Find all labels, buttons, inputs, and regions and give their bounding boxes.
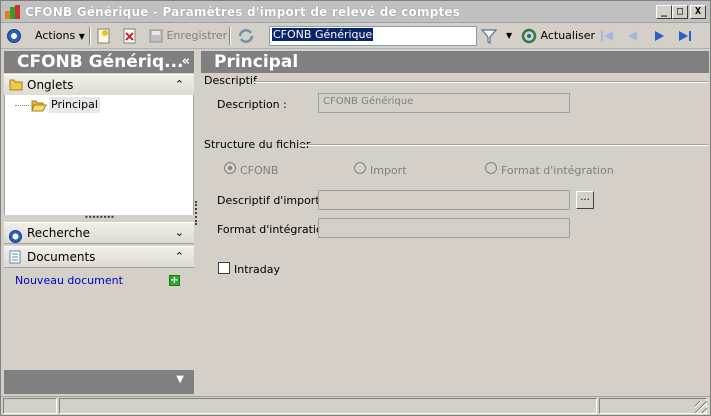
open-folder-icon xyxy=(31,100,47,112)
save-icon xyxy=(149,29,163,43)
funnel-icon xyxy=(480,29,498,44)
section-documents[interactable]: Documents ⌃ xyxy=(4,246,194,268)
first-record-icon[interactable] xyxy=(599,28,615,44)
delete-icon xyxy=(123,28,136,44)
status-bar xyxy=(1,396,710,415)
description-value: CFONB Générique xyxy=(323,96,414,107)
description-label: Description : xyxy=(217,98,287,111)
radio-format-integration-label: Format d'intégration xyxy=(501,164,614,177)
new-document-icon xyxy=(97,28,110,44)
intraday-checkbox[interactable] xyxy=(218,262,230,274)
format-integration-field[interactable] xyxy=(318,218,570,238)
documents-panel: Nouveau document + xyxy=(4,270,194,370)
caret-down-icon: ▼ xyxy=(506,31,513,40)
vertical-splitter[interactable] xyxy=(195,201,199,225)
toolbar-separator xyxy=(89,27,91,45)
sync-button[interactable] xyxy=(237,26,255,46)
app-logo-icon xyxy=(5,5,21,19)
last-record-icon[interactable] xyxy=(677,28,693,44)
status-cell xyxy=(3,398,57,414)
caret-down-icon: ▼ xyxy=(78,32,85,41)
import-descriptor-label: Descriptif d'import : xyxy=(217,194,327,207)
browse-button[interactable]: ... xyxy=(576,191,594,209)
chevron-up-icon[interactable]: ⌃ xyxy=(175,247,184,267)
save-label: Enregistrer xyxy=(166,29,228,42)
tree-item-label: Principal xyxy=(49,97,100,113)
group-structure-title: Structure du fichier xyxy=(204,138,311,151)
chevron-up-icon[interactable]: ⌃ xyxy=(175,75,184,95)
section-onglets-label: Onglets xyxy=(27,78,74,92)
refresh-label: Actualiser xyxy=(540,29,596,42)
new-document-link[interactable]: Nouveau document xyxy=(15,274,123,287)
section-documents-label: Documents xyxy=(27,250,96,264)
intraday-label: Intraday xyxy=(234,263,281,276)
new-record-button[interactable] xyxy=(97,26,111,46)
window-title: CFONB Générique - Paramètres d'import de… xyxy=(25,5,461,19)
section-onglets[interactable]: Onglets ⌃ xyxy=(4,74,194,96)
tab-title: Principal xyxy=(214,52,299,72)
radio-cfonb-label: CFONB xyxy=(240,164,279,177)
description-field[interactable]: CFONB Générique xyxy=(318,93,570,113)
toolbar-separator xyxy=(229,27,231,45)
previous-record-icon[interactable] xyxy=(625,28,641,44)
add-document-icon[interactable]: + xyxy=(169,275,180,286)
refresh-button[interactable]: Actualiser xyxy=(521,26,595,46)
search-input[interactable]: CFONB Générique xyxy=(269,26,477,46)
search-target-icon xyxy=(9,226,22,246)
folder-icon xyxy=(9,79,23,91)
record-name-header: CFONB Génériq... « xyxy=(4,51,194,73)
record-name: CFONB Génériq... xyxy=(17,52,184,72)
application-window: CFONB Générique - Paramètres d'import de… xyxy=(0,0,711,416)
radio-import[interactable] xyxy=(354,162,366,174)
tab-title-header: Principal xyxy=(201,51,709,73)
resize-grip-icon[interactable] xyxy=(695,401,707,413)
group-descriptif-title: Descriptif xyxy=(204,74,257,87)
save-button[interactable]: Enregistrer xyxy=(149,26,227,46)
filter-button[interactable] xyxy=(480,26,498,46)
actions-menu-button[interactable]: Actions ▼ xyxy=(35,26,85,46)
document-icon xyxy=(9,250,21,264)
status-cell xyxy=(599,398,707,414)
sync-icon xyxy=(238,29,254,43)
nav-target-icon[interactable] xyxy=(7,26,21,46)
minimize-button[interactable]: _ xyxy=(656,5,672,19)
group-divider xyxy=(299,144,708,146)
search-value: CFONB Générique xyxy=(272,28,374,41)
panel-splitter[interactable]: •••••••• xyxy=(4,214,194,222)
radio-import-label: Import xyxy=(370,164,407,177)
title-bar: CFONB Générique - Paramètres d'import de… xyxy=(1,1,710,23)
maximize-button[interactable]: □ xyxy=(672,5,688,19)
refresh-icon xyxy=(521,28,537,44)
next-record-icon[interactable] xyxy=(651,28,667,44)
filter-dropdown-button[interactable]: ▼ xyxy=(506,26,512,46)
close-button[interactable]: X xyxy=(690,5,706,19)
delete-button[interactable] xyxy=(123,26,137,46)
left-panel-footer: ▼ xyxy=(4,370,194,394)
section-recherche[interactable]: Recherche ⌄ xyxy=(4,222,194,244)
tabs-tree: Principal xyxy=(4,95,194,215)
import-descriptor-field[interactable] xyxy=(318,190,570,210)
collapse-panel-button[interactable]: « xyxy=(182,51,190,73)
chevron-down-icon[interactable]: ⌄ xyxy=(175,223,184,243)
toolbar: Actions ▼ Enregistrer CFONB Générique ▼ … xyxy=(1,23,710,49)
section-recherche-label: Recherche xyxy=(27,226,91,240)
panel-menu-icon[interactable]: ▼ xyxy=(176,374,184,385)
actions-label: Actions xyxy=(35,29,76,42)
group-divider xyxy=(253,81,708,83)
radio-format-integration[interactable] xyxy=(485,162,497,174)
radio-cfonb[interactable] xyxy=(224,162,236,174)
status-cell xyxy=(59,398,597,414)
